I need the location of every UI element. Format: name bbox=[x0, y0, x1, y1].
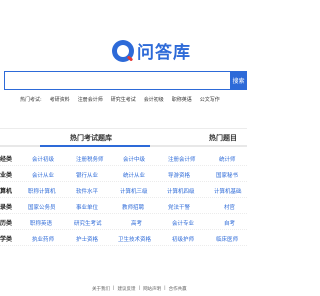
logo-icon bbox=[112, 39, 134, 62]
category-label: 算机 bbox=[0, 188, 13, 195]
exam-link[interactable]: 统计从业 bbox=[123, 171, 145, 179]
logo-text: 问答库 bbox=[137, 43, 191, 63]
category-row: 经类 会计初级 注册税务师 会计中级 注册会计师 统计师 bbox=[0, 150, 247, 166]
footer-link-cooperation[interactable]: 合作共赢 bbox=[169, 286, 187, 292]
category-label: 录类 bbox=[0, 204, 13, 211]
exam-link[interactable]: 统计师 bbox=[219, 155, 236, 163]
search-input[interactable] bbox=[5, 72, 232, 89]
exam-link[interactable]: 执业药师 bbox=[32, 235, 54, 243]
exam-link[interactable]: 会计从业 bbox=[32, 171, 54, 179]
category-row: 业类 会计从业 银行从业 统计从业 导游资格 国家秘书 bbox=[0, 166, 247, 182]
exam-link[interactable]: 注册会计师 bbox=[168, 155, 196, 163]
logo[interactable]: 问答库 bbox=[112, 38, 191, 63]
hot-exam-link[interactable]: 考研资料 bbox=[50, 96, 70, 103]
footer-link-feedback[interactable]: 建议反馈 bbox=[118, 286, 136, 292]
exam-link[interactable]: 会计专业 bbox=[172, 219, 194, 227]
exam-link[interactable]: 事业单位 bbox=[76, 203, 98, 211]
exam-link[interactable]: 计算机四级 bbox=[167, 187, 195, 195]
category-label: 学类 bbox=[0, 236, 13, 243]
tabs-bar: 热门考试题库 热门题目 bbox=[0, 133, 247, 147]
exam-link[interactable]: 自考 bbox=[224, 219, 235, 227]
search-button[interactable]: 搜索 bbox=[230, 71, 247, 90]
exam-link[interactable]: 教师招聘 bbox=[122, 203, 144, 211]
exam-link[interactable]: 初级护师 bbox=[172, 235, 194, 243]
exam-link[interactable]: 计算机三级 bbox=[120, 187, 148, 195]
exam-link[interactable]: 注册税务师 bbox=[76, 155, 104, 163]
exam-link[interactable]: 导游资格 bbox=[168, 171, 190, 179]
exam-link[interactable]: 护士资格 bbox=[76, 235, 98, 243]
category-label: 业类 bbox=[0, 172, 13, 179]
category-row: 算机 职称计算机 软件水平 计算机三级 计算机四级 计算机基础 bbox=[0, 182, 247, 198]
section-divider bbox=[0, 128, 247, 129]
tab-hot-questions[interactable]: 热门题目 bbox=[209, 133, 237, 143]
category-row: 录类 国家公务员 事业单位 教师招聘 党法干警 村官 bbox=[0, 198, 247, 214]
hot-exam-link[interactable]: 会计初级 bbox=[144, 96, 164, 103]
hot-exam-link[interactable]: 研究生考试 bbox=[111, 96, 136, 103]
footer-separator: | bbox=[113, 286, 115, 291]
footer-links: 关于我们 | 建议反馈 | 网站声明 | 合作共赢 bbox=[92, 286, 190, 292]
footer-separator: | bbox=[138, 286, 141, 291]
hot-exam-link[interactable]: 职称英语 bbox=[172, 96, 192, 103]
search-box: 搜索 bbox=[4, 71, 247, 90]
exam-link[interactable]: 会计中级 bbox=[123, 155, 145, 163]
exam-link[interactable]: 卫生技术资格 bbox=[118, 235, 151, 243]
footer-separator: | bbox=[164, 286, 166, 291]
hot-exams-label: 热门考试: bbox=[20, 97, 42, 103]
tab-hot-question-bank[interactable]: 热门考试题库 bbox=[70, 133, 112, 143]
exam-link[interactable]: 党法干警 bbox=[168, 203, 190, 211]
exam-link[interactable]: 职称英语 bbox=[30, 219, 52, 227]
exam-link[interactable]: 研究生考试 bbox=[74, 219, 102, 227]
exam-link[interactable]: 职称计算机 bbox=[28, 187, 56, 195]
exam-link[interactable]: 国家公务员 bbox=[28, 203, 56, 211]
category-label: 历类 bbox=[0, 220, 13, 227]
exam-link[interactable]: 计算机基础 bbox=[214, 187, 242, 195]
category-label: 经类 bbox=[0, 156, 13, 163]
exam-link[interactable]: 软件水平 bbox=[76, 187, 98, 195]
footer-link-about[interactable]: 关于我们 bbox=[92, 286, 110, 292]
footer-link-statement[interactable]: 网站声明 bbox=[143, 286, 161, 292]
active-tab-indicator bbox=[40, 145, 150, 147]
hot-exams-row: 热门考试: 考研资料 注册会计师 研究生考试 会计初级 职称英语 公文写作 bbox=[20, 96, 228, 103]
exam-link[interactable]: 银行从业 bbox=[76, 171, 98, 179]
exam-link[interactable]: 临床医师 bbox=[216, 235, 238, 243]
category-row: 历类 职称英语 研究生考试 高考 会计专业 自考 bbox=[0, 214, 247, 230]
exam-link[interactable]: 村官 bbox=[224, 203, 235, 211]
exam-link[interactable]: 会计初级 bbox=[32, 155, 54, 163]
exam-link[interactable]: 国家秘书 bbox=[216, 171, 238, 179]
hot-exam-link[interactable]: 公文写作 bbox=[200, 96, 220, 103]
category-row: 学类 执业药师 护士资格 卫生技术资格 初级护师 临床医师 bbox=[0, 230, 247, 246]
exam-link[interactable]: 高考 bbox=[131, 219, 142, 227]
exam-category-grid: 经类 会计初级 注册税务师 会计中级 注册会计师 统计师 业类 会计从业 银行从… bbox=[0, 150, 247, 246]
hot-exam-link[interactable]: 注册会计师 bbox=[78, 96, 103, 103]
